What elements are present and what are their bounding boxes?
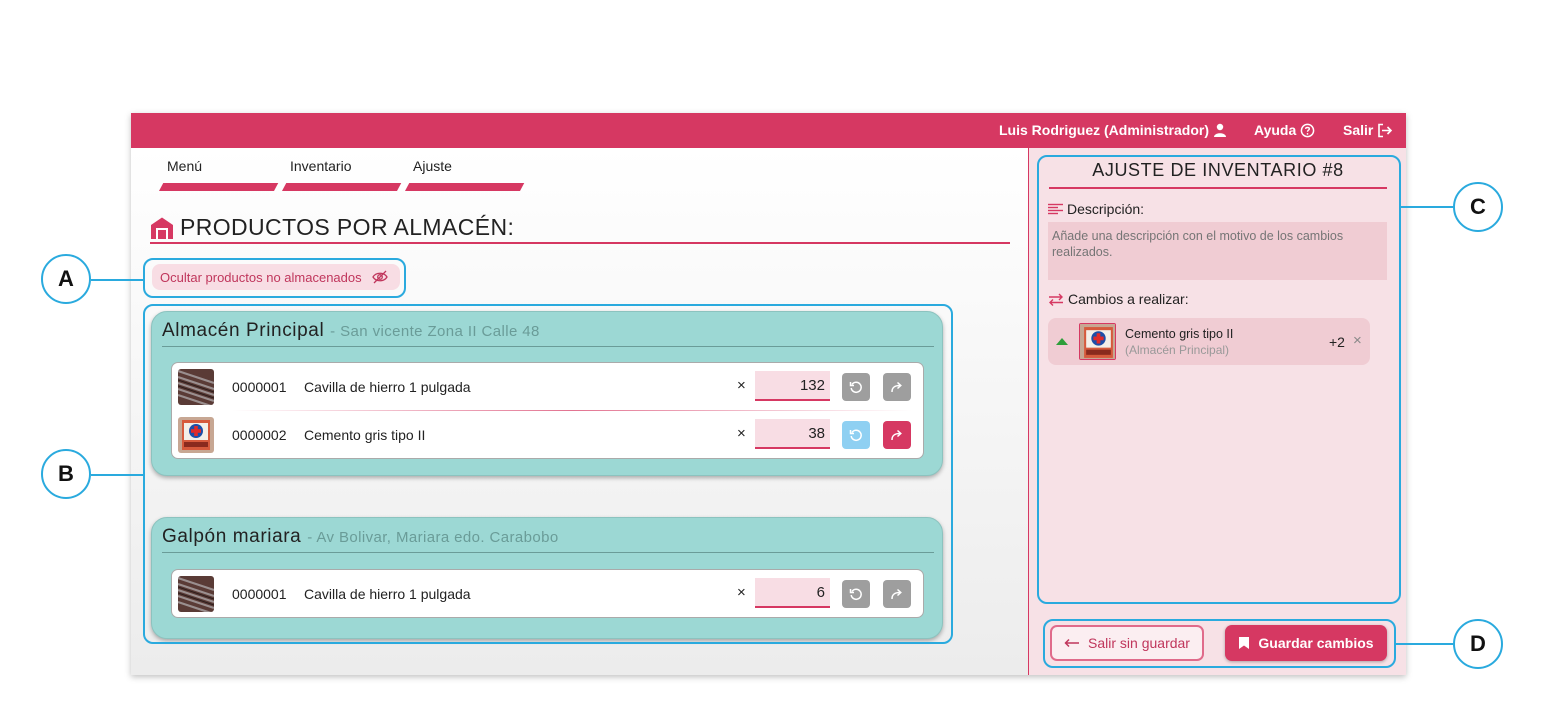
tab-underline (405, 183, 525, 191)
tab-label: Ajuste (413, 158, 452, 174)
leader-line-a (91, 279, 143, 281)
leader-line-d (1396, 643, 1453, 645)
title-divider (150, 242, 1010, 244)
callout-a: A (41, 254, 91, 304)
tab-label: Menú (167, 158, 203, 174)
tab-underline (282, 183, 402, 191)
tab-menu[interactable]: Menú (159, 157, 279, 191)
logout-icon (1378, 123, 1393, 137)
top-bar: Luis Rodriguez (Administrador) Ayuda Sal… (131, 113, 1406, 148)
user-icon (1214, 123, 1226, 137)
annotation-box-a (143, 258, 406, 298)
tab-ajuste[interactable]: Ajuste (405, 157, 525, 191)
help-icon (1300, 123, 1315, 137)
page-title-text: PRODUCTOS POR ALMACÉN: (180, 214, 515, 240)
user-name: Luis Rodriguez (Administrador) (999, 122, 1209, 138)
leader-line-b (91, 474, 143, 476)
user-menu[interactable]: Luis Rodriguez (Administrador) (999, 122, 1227, 138)
tab-inventario[interactable]: Inventario (282, 157, 402, 191)
tab-underline (159, 183, 279, 191)
warehouse-icon (151, 217, 173, 239)
callout-c: C (1453, 182, 1503, 232)
annotation-box-d (1043, 619, 1396, 668)
tab-label: Inventario (290, 158, 352, 174)
logout-label: Salir (1343, 122, 1374, 138)
annotation-box-c (1037, 155, 1401, 604)
callout-d: D (1453, 619, 1503, 669)
callout-b: B (41, 449, 91, 499)
annotation-box-b (143, 304, 953, 644)
logout-link[interactable]: Salir (1343, 122, 1393, 138)
page-title: PRODUCTOS POR ALMACÉN: (150, 214, 514, 241)
help-label: Ayuda (1254, 122, 1297, 138)
help-link[interactable]: Ayuda (1254, 122, 1315, 138)
leader-line-c (1401, 206, 1453, 208)
